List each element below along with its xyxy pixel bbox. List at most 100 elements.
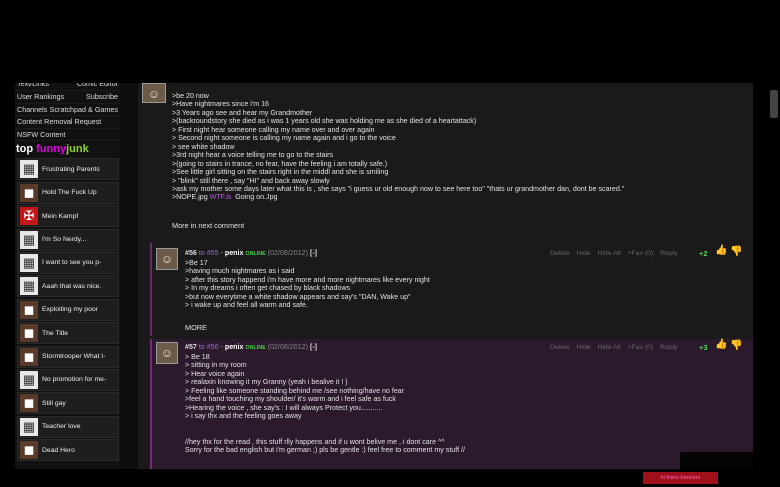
comment-55-body: >be 20 now >Have nightmares since i'm 16 >…: [172, 92, 624, 202]
comment-number[interactable]: #57: [185, 343, 197, 351]
top-item[interactable]: ◼ Stormtrooper What I-: [17, 345, 119, 368]
online-status: ONLINE: [245, 345, 266, 351]
title-word-top: top: [16, 143, 37, 156]
comment-line: > Hear voice again: [185, 369, 245, 378]
title-word-junk: junk: [66, 143, 89, 156]
username-link[interactable]: penix: [225, 343, 244, 351]
comment-action-fav[interactable]: +Fav (0): [628, 250, 654, 257]
username-link[interactable]: penix: [225, 249, 244, 257]
photo-thumb-icon: ◼: [20, 441, 38, 460]
comment-line: >feel a hand touching my shoulder/ it's …: [185, 395, 396, 404]
top-item[interactable]: ◼ Dead Hero: [17, 439, 119, 462]
nav-link[interactable]: User Rankings: [17, 91, 64, 103]
avatar[interactable]: ☺: [156, 248, 178, 270]
top-item-label: The Title: [42, 329, 69, 337]
top-item-label: Exploiting my poor: [42, 306, 98, 314]
top-item[interactable]: ▦ No promotion for me-: [17, 368, 119, 391]
comment-line: > realaxin knowing it my Granny (yeah i …: [185, 378, 348, 387]
more-in-next-comment-link[interactable]: More in next comment: [172, 221, 244, 230]
collapse-toggle[interactable]: [-]: [310, 249, 317, 257]
nav-link[interactable]: Scratchpad & Games: [50, 104, 118, 116]
top-item[interactable]: ▦ Frustrating Parents: [17, 158, 119, 181]
avatar[interactable]: ☺: [142, 83, 166, 103]
reply-to-link[interactable]: #55: [207, 249, 219, 257]
top-item-label: Teacher love: [42, 423, 81, 431]
comment-action-delete[interactable]: Delete: [550, 250, 570, 257]
right-black-bar: [753, 83, 780, 469]
line-text: >NOPE.jpg: [172, 193, 210, 202]
comment-action-fav[interactable]: +Fav (0): [628, 344, 654, 351]
scrollbar-thumb[interactable]: [770, 90, 778, 118]
collapse-toggle[interactable]: [-]: [310, 343, 317, 351]
comment-line: > after this story happend i'm have more…: [185, 275, 430, 284]
sidebar: Text/Links Comic Editor User Rankings Subsc…: [15, 83, 120, 469]
top-item[interactable]: ◼ Still gay: [17, 392, 119, 415]
comment-action-hide-all[interactable]: Hide All: [598, 344, 621, 351]
nav-link[interactable]: Subscribe: [86, 91, 118, 103]
comic-thumb-icon: ▦: [20, 253, 38, 272]
comment-line: Sorry for the bad english but i'm german…: [185, 445, 465, 454]
top-item-label: I want to see you p-: [42, 259, 102, 267]
more-link[interactable]: MORE: [185, 323, 207, 332]
comment-57-actions: Delete Hide Hide All +Fav (0) Reply: [543, 344, 678, 351]
top-item[interactable]: ✠ Mein Kampf: [17, 205, 119, 228]
comment-action-delete[interactable]: Delete: [550, 344, 570, 351]
comment-56-actions: Delete Hide Hide All +Fav (0) Reply: [543, 250, 678, 257]
comment-line: //hey thx for the read , this stuff rlly…: [185, 437, 445, 446]
red-banner[interactable]: hi there banners: [643, 472, 718, 484]
top-black-bar: [0, 0, 780, 83]
nav-link[interactable]: Text/Links: [17, 83, 49, 90]
top-item-label: Aaah that was nice.: [42, 282, 102, 290]
top-item[interactable]: ▦ Aaah that was nice.: [17, 275, 119, 298]
reply-to-link[interactable]: #56: [207, 343, 219, 351]
thumbs-up-icon[interactable]: 👍: [715, 245, 727, 256]
content-gutter: [120, 83, 138, 469]
thumbs-down-icon[interactable]: 👎: [730, 246, 742, 257]
top-item-label: Stormtrooper What I-: [42, 353, 106, 360]
swastika-thumb-icon: ✠: [20, 207, 38, 226]
top-item[interactable]: ▦ I want to see you p-: [17, 251, 119, 274]
line-text: Going on.Jpg: [231, 193, 278, 202]
thumbs-down-icon[interactable]: 👎: [730, 340, 742, 351]
top-item[interactable]: ▦ I'm So Nerdy...: [17, 228, 119, 251]
top-item[interactable]: ◼ Hold The Fuck Up: [17, 181, 119, 204]
nav-link[interactable]: Channels: [17, 104, 47, 116]
comment-57-header: #57 to #56 - penix ONLINE (02/08/2012) […: [185, 343, 317, 351]
avatar[interactable]: ☺: [156, 342, 178, 364]
comment-line: >Hearing the voice , she say's : I will …: [185, 403, 383, 412]
nav-link[interactable]: NSFW Content: [17, 129, 65, 141]
overlay-box: [680, 452, 753, 469]
comic-thumb-icon: ▦: [20, 230, 38, 249]
comment-action-reply[interactable]: Reply: [660, 344, 677, 351]
top-item[interactable]: ◼ The Title: [17, 322, 119, 345]
comment-score: +3: [699, 343, 708, 352]
comment-line: >(going to stairs in trance, no fear, ha…: [172, 159, 388, 168]
top-item[interactable]: ▦ Teacher love: [17, 415, 119, 438]
inline-link[interactable]: WTF.is: [210, 193, 232, 201]
top-item-label: No promotion for me-: [42, 376, 107, 384]
comic-thumb-icon: ▦: [20, 277, 38, 296]
comment-action-hide[interactable]: Hide: [577, 344, 591, 351]
thumbs-up-icon[interactable]: 👍: [715, 339, 727, 350]
comment-date: (02/08/2012): [267, 249, 308, 257]
comment-line: >Have nightmares since i'm 16: [172, 100, 269, 109]
comment-action-reply[interactable]: Reply: [660, 250, 677, 257]
reply-to-label: to: [196, 249, 207, 257]
photo-thumb-icon: ◼: [20, 300, 38, 319]
comment-line: [185, 429, 465, 437]
comment-line: > sitting in my room: [185, 361, 247, 370]
reply-thread-line: [150, 243, 152, 336]
nav-link[interactable]: Content Removal Request: [17, 116, 101, 128]
comment-line: >NOPE.jpg WTF.is Going on.Jpg: [172, 193, 624, 201]
nav-link[interactable]: Comic Editor: [77, 83, 118, 90]
top-item-label: Mein Kampf: [42, 212, 79, 220]
comment-action-hide[interactable]: Hide: [577, 250, 591, 257]
comment-number[interactable]: #56: [185, 249, 197, 257]
top-item-label: Still gay: [42, 399, 66, 407]
comment-line: [185, 421, 465, 429]
comment-line: >See little girl sitting on the stairs r…: [172, 168, 389, 177]
comment-action-hide-all[interactable]: Hide All: [598, 250, 621, 257]
user-avatar-icon: ☺: [160, 252, 174, 266]
top-item[interactable]: ◼ Exploiting my poor: [17, 298, 119, 321]
comment-line: > see white shadow: [172, 142, 235, 151]
